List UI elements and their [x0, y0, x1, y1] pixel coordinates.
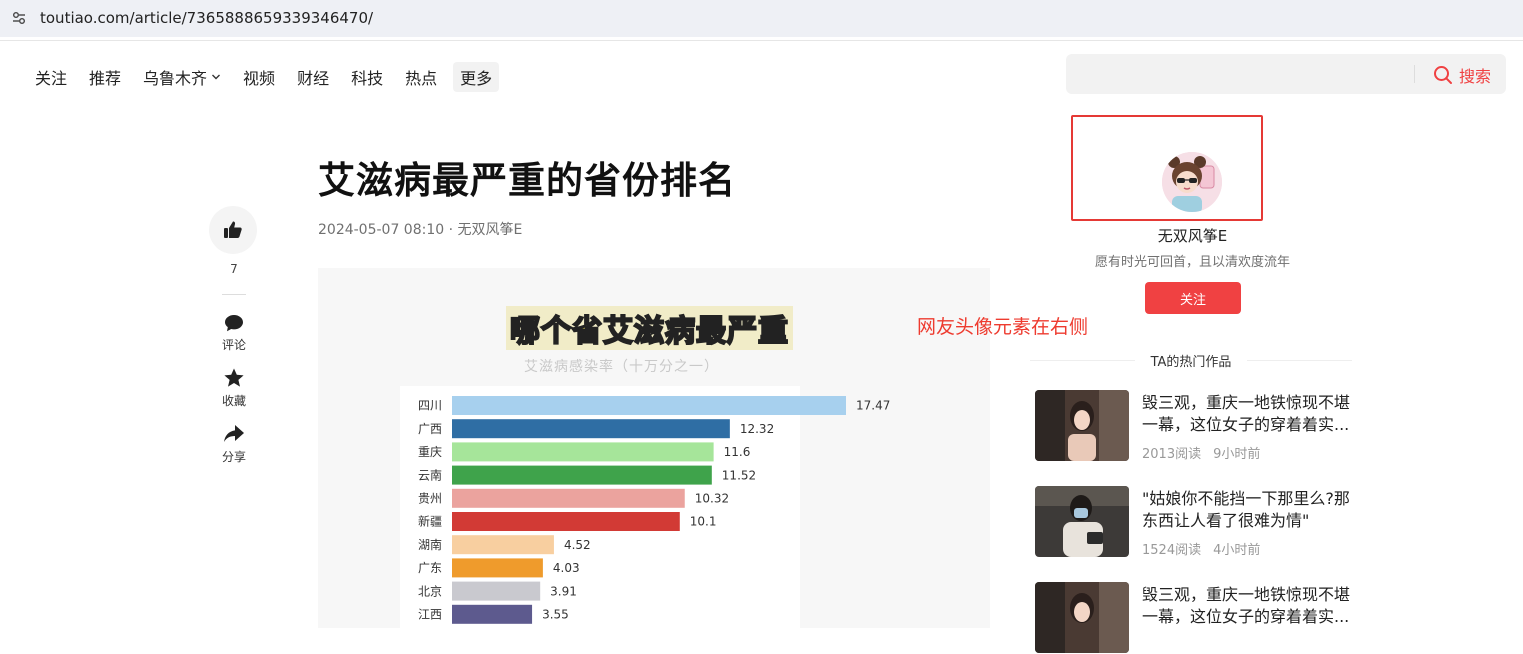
share-icon: [224, 425, 244, 442]
bar: [452, 396, 846, 415]
nav-item-city[interactable]: 乌鲁木齐: [143, 64, 221, 90]
category-label: 贵州: [418, 491, 442, 505]
bar: [452, 442, 714, 462]
category-label: 湖南: [418, 537, 442, 552]
address-bar[interactable]: toutiao.com/article/7365888659339346470/: [0, 0, 1523, 37]
hot-item-reads: 1524阅读: [1142, 543, 1202, 558]
hot-item[interactable]: 毁三观，重庆一地铁惊现不堪一幕，这位女子的穿着着实... 2013阅读 9小时前: [1035, 390, 1355, 462]
thumbs-up-icon: [224, 221, 242, 238]
bar: [452, 535, 554, 555]
nav-item-more[interactable]: 更多: [453, 62, 500, 92]
nav-item-finance[interactable]: 财经: [297, 64, 329, 90]
address-url[interactable]: toutiao.com/article/7365888659339346470/: [40, 9, 373, 27]
search-bar: 搜索: [1066, 54, 1506, 94]
hot-item-thumbnail[interactable]: [1035, 390, 1129, 461]
hot-item[interactable]: 毁三观，重庆一地铁惊现不堪一幕，这位女子的穿着着实...: [1035, 582, 1355, 654]
follow-button[interactable]: 关注: [1145, 282, 1241, 314]
hot-item[interactable]: "姑娘你不能挡一下那里么?那东西让人看了很难为情" 1524阅读 4小时前: [1035, 486, 1355, 558]
author-avatar[interactable]: [1162, 152, 1222, 212]
share-label: 分享: [221, 450, 246, 464]
header-divider: [0, 40, 1523, 41]
article-image: 哪个省艾滋病最严重 艾滋病感染率（十万分之一） 四川 17.47 广西 12.32 重庆…: [318, 268, 990, 628]
share-button[interactable]: 分享: [209, 423, 259, 465]
hot-item-thumbnail[interactable]: [1035, 486, 1129, 557]
nav-city-label: 乌鲁木齐: [143, 69, 208, 88]
hot-item-time: 9小时前: [1213, 447, 1261, 462]
bar: [452, 488, 685, 508]
favorite-button[interactable]: 收藏: [209, 367, 259, 409]
value-label: 10.1: [690, 515, 717, 529]
hot-works-heading: TA的热门作品: [1030, 350, 1352, 370]
bar: [452, 558, 543, 578]
bar: [452, 465, 712, 485]
hot-item-stats: 1524阅读 4小时前: [1142, 539, 1272, 558]
hot-item-reads: 2013阅读: [1142, 447, 1202, 462]
thumbnail-image: [1035, 486, 1129, 557]
hot-item-title[interactable]: "姑娘你不能挡一下那里么?那东西让人看了很难为情": [1142, 488, 1356, 532]
value-label: 11.52: [722, 468, 756, 482]
thumbnail-image: [1035, 390, 1129, 461]
author-signature: 愿有时光可回首，且以清欢度流年: [1094, 255, 1290, 270]
search-divider: [1414, 65, 1415, 83]
nav-item-recommend[interactable]: 推荐: [89, 64, 121, 90]
hot-item-time: 4小时前: [1213, 543, 1261, 558]
toutiao-logo-icon[interactable]: [0, 61, 6, 85]
bar: [452, 581, 541, 601]
action-rail: 7 评论 收藏 分享: [209, 206, 259, 479]
thumbnail-image: [1035, 582, 1129, 653]
search-button-label: 搜索: [1459, 67, 1492, 86]
channel-nav: 关注 推荐 乌鲁木齐 视频 财经 科技 热点 更多: [35, 62, 521, 92]
category-label: 北京: [418, 584, 442, 598]
comment-icon: [225, 315, 243, 332]
value-label: 10.32: [695, 491, 729, 505]
heading-line-right: [1247, 360, 1352, 361]
nav-item-hot[interactable]: 热点: [405, 64, 437, 90]
like-count: 7: [230, 262, 238, 276]
bar: [452, 512, 680, 531]
category-label: 四川: [418, 399, 442, 413]
bar: [452, 419, 730, 439]
article-title: 艾滋病最严重的省份排名: [318, 159, 736, 202]
value-label: 3.55: [542, 607, 569, 621]
chart-subtitle: 艾滋病感染率（十万分之一）: [524, 359, 719, 375]
hot-item-title[interactable]: 毁三观，重庆一地铁惊现不堪一幕，这位女子的穿着着实...: [1142, 392, 1356, 436]
category-label: 广西: [418, 422, 442, 436]
comment-button[interactable]: 评论: [209, 313, 259, 353]
category-label: 广东: [418, 561, 442, 575]
category-label: 新疆: [418, 514, 442, 529]
value-label: 4.52: [564, 538, 591, 552]
favorite-label: 收藏: [221, 394, 246, 408]
nav-item-video[interactable]: 视频: [243, 64, 275, 90]
comment-label: 评论: [221, 338, 246, 352]
value-label: 4.03: [553, 561, 580, 575]
hot-item-title[interactable]: 毁三观，重庆一地铁惊现不堪一幕，这位女子的穿着着实...: [1142, 584, 1356, 628]
nav-item-follow[interactable]: 关注: [35, 64, 67, 90]
search-button[interactable]: 搜索: [1433, 63, 1491, 87]
site-settings-icon[interactable]: [12, 11, 26, 25]
hot-item-stats: [1142, 635, 1166, 650]
hot-item-stats: 2013阅读 9小时前: [1142, 443, 1272, 462]
bar: [452, 604, 533, 624]
nav-item-tech[interactable]: 科技: [351, 64, 383, 90]
author-name[interactable]: 无双风筝E: [1096, 225, 1289, 246]
search-icon: [1434, 66, 1452, 84]
hot-item-thumbnail[interactable]: [1035, 582, 1129, 653]
chart-title: 哪个省艾滋病最严重: [506, 306, 793, 350]
avatar-image: [1162, 152, 1222, 212]
chevron-down-icon: [212, 74, 221, 80]
bar-chart: 四川 17.47 广西 12.32 重庆 11.6 云南 11.52 贵州 10.32 新疆 10.1…: [418, 396, 890, 624]
value-label: 11.6: [724, 445, 751, 459]
value-label: 12.32: [740, 422, 774, 436]
like-button[interactable]: [209, 206, 257, 254]
star-icon: [224, 368, 244, 387]
rail-divider: [222, 294, 246, 295]
article-meta: 2024-05-07 08:10 · 无双风筝E: [318, 222, 523, 238]
value-label: 17.47: [856, 399, 890, 413]
category-label: 云南: [418, 467, 442, 482]
search-input[interactable]: [1078, 62, 1412, 88]
annotation-text: 网友头像元素在右侧: [917, 316, 1089, 338]
value-label: 3.91: [550, 584, 577, 598]
category-label: 重庆: [418, 445, 442, 459]
category-label: 江西: [418, 607, 442, 621]
